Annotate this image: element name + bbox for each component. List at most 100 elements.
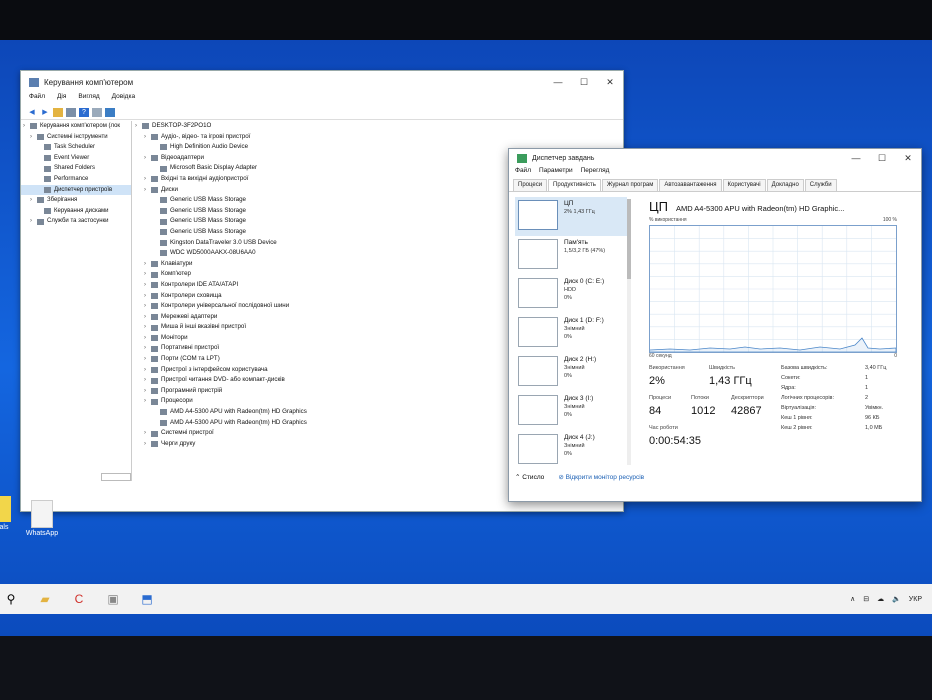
expand-chevron-icon[interactable]: › bbox=[144, 301, 151, 312]
expand-chevron-icon[interactable]: › bbox=[144, 365, 151, 376]
resource-item[interactable]: Диск 3 (I:) Знімний 0% bbox=[515, 392, 627, 431]
desktop-icon-whatsapp[interactable]: WhatsApp bbox=[20, 500, 64, 537]
console-tree-row[interactable]: › Системні інструменти bbox=[21, 132, 131, 143]
device-tree-row[interactable]: Generic USB Mass Storage bbox=[133, 227, 513, 238]
device-tree-row[interactable]: Microsoft Basic Display Adapter bbox=[133, 163, 513, 174]
device-tree-row[interactable]: Generic USB Mass Storage bbox=[133, 195, 513, 206]
device-tree-row[interactable]: › Пристрої з інтерфейсом користувача bbox=[133, 365, 513, 376]
cm-titlebar[interactable]: Керування комп'ютером — ☐ ✕ bbox=[21, 71, 623, 93]
tm-close-button[interactable]: ✕ bbox=[895, 153, 921, 164]
tm-titlebar[interactable]: Диспетчер завдань — ☐ ✕ bbox=[509, 149, 921, 167]
device-tree-row[interactable]: › Комп'ютер bbox=[133, 269, 513, 280]
console-tree-row[interactable]: Event Viewer bbox=[21, 153, 131, 164]
device-tree-row[interactable]: › Системні пристрої bbox=[133, 428, 513, 439]
device-tree-row[interactable]: › Клавіатури bbox=[133, 259, 513, 270]
task-manager-window[interactable]: Диспетчер завдань — ☐ ✕ Файл Параметри П… bbox=[508, 148, 922, 502]
file-explorer-icon[interactable]: ▰ bbox=[36, 591, 54, 607]
console-tree-row[interactable]: Performance bbox=[21, 174, 131, 185]
menu-action[interactable]: Дія bbox=[57, 93, 66, 105]
volume-icon[interactable]: 🔈 bbox=[892, 595, 901, 603]
menu-view[interactable]: Вигляд bbox=[78, 93, 99, 105]
tab-services[interactable]: Служби bbox=[804, 179, 837, 191]
menu-help[interactable]: Довідка bbox=[112, 93, 135, 105]
device-tree-row[interactable]: WDC WD5000AAKX-08U6AA0 bbox=[133, 248, 513, 259]
console-tree-row[interactable]: › Служби та застосунки bbox=[21, 216, 131, 227]
device-tree-row[interactable]: › Контролери сховища bbox=[133, 291, 513, 302]
expand-chevron-icon[interactable]: › bbox=[30, 195, 37, 206]
device-tree-row[interactable]: › Монітори bbox=[133, 333, 513, 344]
device-tree-row[interactable]: AMD A4-5300 APU with Radeon(tm) HD Graph… bbox=[133, 407, 513, 418]
device-tree-row[interactable]: › DESKTOP-3F2PO1O bbox=[133, 121, 513, 132]
device-tree-row[interactable]: › Черги друку bbox=[133, 439, 513, 450]
console-tree-row[interactable]: › Керування комп'ютером (лок bbox=[21, 121, 131, 132]
tm-minimize-button[interactable]: — bbox=[843, 153, 869, 164]
minimize-button[interactable]: — bbox=[545, 77, 571, 88]
device-tree-row[interactable]: AMD A4-5300 APU with Radeon(tm) HD Graph… bbox=[133, 418, 513, 429]
device-tree-row[interactable]: › Відеоадаптери bbox=[133, 153, 513, 164]
tab-details[interactable]: Докладно bbox=[766, 179, 804, 191]
expand-chevron-icon[interactable]: › bbox=[144, 312, 151, 323]
device-tree-row[interactable]: › Вхідні та вихідні аудіопристрої bbox=[133, 174, 513, 185]
expand-chevron-icon[interactable]: › bbox=[144, 354, 151, 365]
resource-item[interactable]: Пам'ять 1,5/3,2 ГБ (47%) bbox=[515, 236, 627, 275]
expand-chevron-icon[interactable]: › bbox=[135, 121, 142, 132]
device-tree-row[interactable]: › Диски bbox=[133, 185, 513, 196]
expand-chevron-icon[interactable]: › bbox=[144, 174, 151, 185]
expand-chevron-icon[interactable]: › bbox=[144, 333, 151, 344]
resource-monitor-link[interactable]: ⊘ Відкрити монітор ресурсів bbox=[558, 473, 644, 481]
task-manager-taskbar-icon[interactable]: ⬒ bbox=[138, 591, 156, 607]
desktop-icon-partial[interactable]: als bbox=[0, 496, 14, 531]
console-tree-row[interactable]: Shared Folders bbox=[21, 163, 131, 174]
device-tree-row[interactable]: › Програмний пристрій bbox=[133, 386, 513, 397]
console-tree-icon[interactable] bbox=[66, 107, 76, 117]
forward-arrow-icon[interactable]: ▶ bbox=[40, 108, 50, 117]
monitor-icon[interactable] bbox=[105, 107, 115, 117]
help-icon[interactable]: ? bbox=[79, 107, 89, 117]
tm-maximize-button[interactable]: ☐ bbox=[869, 153, 895, 164]
properties-icon[interactable] bbox=[92, 107, 102, 117]
expand-chevron-icon[interactable]: › bbox=[144, 132, 151, 143]
console-tree-row[interactable]: › Зберігання bbox=[21, 195, 131, 206]
close-button[interactable]: ✕ bbox=[597, 77, 623, 88]
device-tree-row[interactable]: Kingston DataTraveler 3.0 USB Device bbox=[133, 238, 513, 249]
expand-chevron-icon[interactable]: › bbox=[30, 132, 37, 143]
expand-chevron-icon[interactable]: › bbox=[144, 185, 151, 196]
language-indicator[interactable]: УКР bbox=[909, 596, 922, 603]
expand-chevron-icon[interactable]: › bbox=[144, 396, 151, 407]
resource-item[interactable]: Диск 2 (H:) Знімний 0% bbox=[515, 353, 627, 392]
tm-menu-file[interactable]: Файл bbox=[515, 167, 531, 179]
device-tree-row[interactable]: › Мережеві адаптери bbox=[133, 312, 513, 323]
device-tree-row[interactable]: Generic USB Mass Storage bbox=[133, 216, 513, 227]
tab-performance[interactable]: Продуктивність bbox=[548, 179, 601, 191]
resource-item[interactable]: ЦП 2% 1,43 ГГц bbox=[515, 197, 627, 236]
device-tree-row[interactable]: › Контролери універсальної послідовної ши… bbox=[133, 301, 513, 312]
search-icon[interactable]: ⚲ bbox=[2, 591, 20, 607]
expand-chevron-icon[interactable]: › bbox=[144, 259, 151, 270]
fewer-details-button[interactable]: ⌃ Стисло bbox=[515, 473, 544, 481]
device-tree-row[interactable]: › Процесори bbox=[133, 396, 513, 407]
device-tree-row[interactable]: › Контролери IDE ATA/ATAPI bbox=[133, 280, 513, 291]
expand-chevron-icon[interactable]: › bbox=[144, 280, 151, 291]
expand-chevron-icon[interactable]: › bbox=[144, 269, 151, 280]
tm-menu-view[interactable]: Перегляд bbox=[581, 167, 610, 179]
tm-menu-options[interactable]: Параметри bbox=[539, 167, 573, 179]
resource-scrollbar[interactable] bbox=[627, 199, 631, 465]
resource-item[interactable]: Диск 1 (D: F:) Знімний 0% bbox=[515, 314, 627, 353]
expand-chevron-icon[interactable]: › bbox=[144, 343, 151, 354]
maximize-button[interactable]: ☐ bbox=[571, 77, 597, 88]
tab-users[interactable]: Користувачі bbox=[722, 179, 766, 191]
menu-file[interactable]: Файл bbox=[29, 93, 45, 105]
device-tree-row[interactable]: › Миша й інші вказівні пристрої bbox=[133, 322, 513, 333]
computer-management-taskbar-icon[interactable]: ▣ bbox=[104, 591, 122, 607]
device-tree-row[interactable]: › Порти (COM та LPT) bbox=[133, 354, 513, 365]
network-icon[interactable]: ⊟ bbox=[863, 595, 869, 603]
resource-item[interactable]: Диск 0 (C: E:) HDD 0% bbox=[515, 275, 627, 314]
console-tree-row[interactable]: Task Scheduler bbox=[21, 142, 131, 153]
expand-chevron-icon[interactable]: › bbox=[144, 428, 151, 439]
expand-chevron-icon[interactable]: › bbox=[144, 291, 151, 302]
horizontal-scrollbar[interactable] bbox=[101, 473, 131, 481]
device-tree-row[interactable]: › Портативні пристрої bbox=[133, 343, 513, 354]
tab-app-history[interactable]: Журнал програм bbox=[601, 179, 659, 191]
tab-processes[interactable]: Процеси bbox=[513, 179, 548, 191]
resource-item[interactable]: Диск 4 (J:) Знімний 0% bbox=[515, 431, 627, 465]
